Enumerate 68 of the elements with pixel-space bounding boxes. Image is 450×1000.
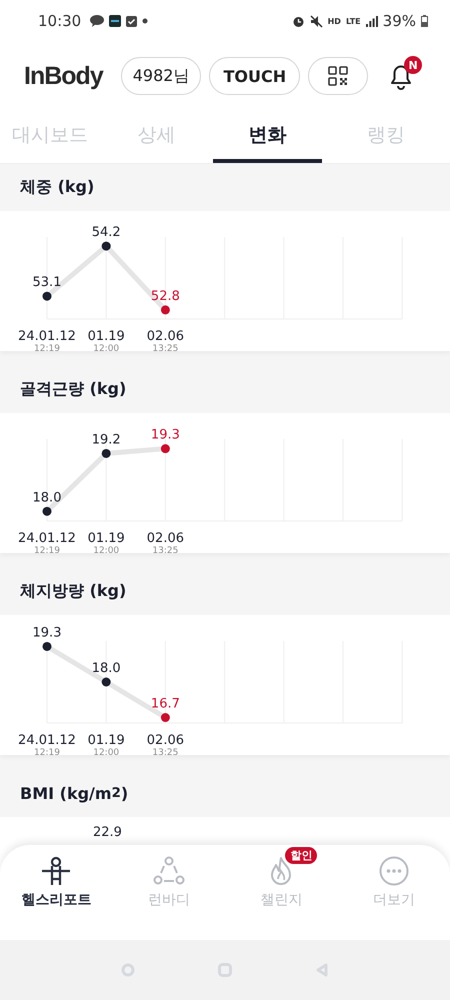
nav-item[interactable]: 헬스리포트	[0, 845, 112, 925]
data-point	[160, 305, 170, 314]
qr-code-icon	[328, 66, 348, 86]
person-icon	[40, 855, 72, 887]
date-label: 24.01.12	[18, 733, 76, 748]
home-icon	[218, 963, 232, 977]
battery-icon	[421, 15, 428, 27]
notification-badge: N	[404, 56, 422, 74]
data-point	[42, 642, 52, 651]
mute-icon	[310, 14, 323, 28]
value-label: 54.2	[92, 225, 121, 240]
date-label: 24.01.12	[18, 531, 76, 546]
value-label: 22.9	[93, 825, 122, 840]
time-label: 13:25	[152, 546, 178, 553]
data-point	[102, 678, 111, 686]
status-time: 10:30	[38, 12, 82, 30]
qr-code-button[interactable]	[308, 57, 368, 95]
time-label: 12:00	[93, 344, 120, 351]
alarm-icon	[292, 14, 305, 28]
app-icon	[109, 15, 122, 27]
time-label: 13:25	[152, 344, 178, 351]
logo: InBody	[24, 62, 103, 90]
more-icon	[378, 855, 410, 887]
data-point	[160, 713, 170, 722]
checkbox-icon	[126, 16, 138, 26]
data-point	[102, 448, 111, 458]
recents-icon	[121, 963, 136, 977]
time-label: 13:25	[152, 748, 178, 755]
date-label: 24.01.12	[18, 329, 76, 344]
value-label: 19.3	[32, 625, 62, 640]
three-circles-icon	[152, 855, 185, 887]
time-label: 12:00	[93, 748, 120, 755]
sale-badge: 할인	[285, 847, 318, 864]
network-label: LTE	[346, 16, 361, 26]
value-label: 19.3	[150, 428, 180, 443]
dot-icon	[142, 18, 148, 24]
data-point	[160, 444, 170, 454]
value-label: 52.8	[150, 288, 180, 304]
chart-title: 체지방량 (kg)	[19, 580, 128, 602]
date-label: 02.06	[146, 329, 184, 344]
back-icon	[314, 963, 329, 977]
value-label: 16.7	[150, 696, 180, 712]
time-label: 12:19	[34, 546, 60, 553]
tab[interactable]: 변화	[213, 110, 322, 163]
battery-percent: 39%	[382, 12, 416, 30]
time-label: 12:19	[34, 748, 60, 755]
nav-item[interactable]: 할인 챌린지	[225, 845, 338, 925]
time-label: 12:00	[93, 546, 120, 553]
data-point	[102, 242, 111, 251]
signal-icon	[366, 16, 378, 26]
value-label: 53.1	[32, 275, 62, 290]
chart-title: 골격근량 (kg)	[19, 378, 128, 400]
time-label: 12:19	[34, 344, 60, 351]
data-point	[42, 506, 52, 516]
chat-icon	[90, 15, 104, 27]
network-label: HD	[328, 16, 341, 26]
date-label: 01.19	[88, 531, 125, 546]
touch-button[interactable]: TOUCH	[209, 57, 300, 95]
value-label: 18.0	[32, 490, 62, 506]
data-point	[42, 292, 52, 301]
user-button[interactable]: 4982님	[120, 57, 202, 95]
date-label: 02.06	[146, 531, 184, 546]
date-label: 02.06	[146, 733, 184, 748]
value-label: 19.2	[92, 432, 121, 448]
date-label: 01.19	[88, 733, 125, 748]
value-label: 18.0	[92, 661, 121, 676]
date-label: 01.19	[88, 329, 125, 344]
chart-title: 체중 (kg)	[19, 176, 96, 198]
